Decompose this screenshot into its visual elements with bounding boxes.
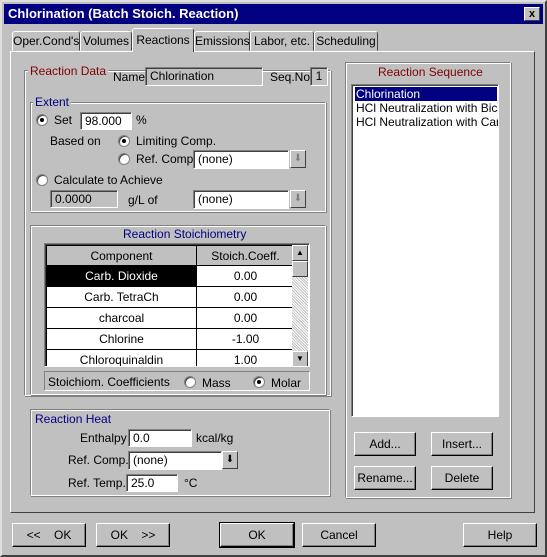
- set-label: Set: [54, 113, 73, 127]
- ref-temp-label: Ref. Temp.: [68, 476, 126, 490]
- enthalpy-unit: kcal/kg: [196, 431, 234, 445]
- calc-radio[interactable]: [36, 174, 48, 186]
- ref-comp-label: Ref. Comp.: [136, 152, 197, 166]
- list-item[interactable]: Chlorination: [355, 87, 497, 101]
- cancel-button[interactable]: Cancel: [302, 523, 376, 547]
- coeff-cell[interactable]: 1.00: [196, 349, 295, 366]
- mass-label: Mass: [202, 376, 231, 390]
- scroll-thumb[interactable]: [292, 261, 308, 277]
- title-bar: Chlorination (Batch Stoich. Reaction) x: [4, 4, 543, 24]
- percent-unit: %: [136, 113, 147, 127]
- tab-volumes[interactable]: Volumes: [80, 31, 132, 51]
- ref-comp-dropdown-arrow-icon[interactable]: ⬇: [290, 150, 306, 168]
- tab-emissions[interactable]: Emissions: [194, 31, 250, 51]
- seqno-field: 1: [310, 67, 328, 86]
- component-cell[interactable]: Carb. Dioxide: [46, 265, 197, 287]
- gl-of-label: g/L of: [128, 193, 158, 207]
- component-cell[interactable]: Chloroquinaldin: [46, 349, 197, 366]
- name-label: Name: [113, 70, 146, 84]
- stoich-grid: Component Stoich.Coeff. Carb. Dioxide 0.…: [44, 243, 310, 367]
- table-row[interactable]: Carb. Dioxide 0.00: [46, 265, 295, 287]
- heat-ref-comp-dropdown-arrow-icon[interactable]: ⬇: [222, 451, 238, 469]
- table-row[interactable]: Chloroquinaldin 1.00: [46, 349, 295, 366]
- component-cell[interactable]: Chlorine: [46, 328, 197, 350]
- enthalpy-label: Enthalpy: [80, 431, 127, 445]
- coeff-mode-label: Stoichiom. Coefficients: [48, 375, 170, 389]
- component-cell[interactable]: charcoal: [46, 307, 197, 329]
- sequence-listbox[interactable]: Chlorination HCl Neutralization with Bic…: [351, 84, 499, 417]
- table-row[interactable]: Carb. TetraCh 0.00: [46, 286, 295, 308]
- ref-comp-select[interactable]: (none): [193, 150, 289, 169]
- enthalpy-field[interactable]: 0.0: [128, 429, 192, 447]
- set-radio[interactable]: [36, 114, 48, 126]
- molar-label: Molar: [271, 376, 302, 390]
- table-row[interactable]: charcoal 0.00: [46, 307, 295, 329]
- stoich-scrollbar[interactable]: ▲ ▼: [292, 245, 308, 366]
- molar-radio[interactable]: [253, 376, 265, 388]
- scroll-up-icon[interactable]: ▲: [292, 245, 308, 261]
- next-ok-button[interactable]: OK >>: [96, 523, 170, 547]
- seqno-label: Seq.No: [270, 70, 311, 84]
- mass-radio[interactable]: [184, 376, 196, 388]
- calc-label: Calculate to Achieve: [54, 173, 163, 187]
- gl-comp-select[interactable]: (none): [193, 190, 289, 209]
- component-cell[interactable]: Carb. TetraCh: [46, 286, 197, 308]
- set-value-field[interactable]: 98.000: [80, 112, 132, 130]
- ok-button[interactable]: OK: [219, 522, 295, 548]
- extent-title: Extent: [33, 95, 72, 109]
- add-button[interactable]: Add...: [354, 432, 416, 456]
- sequence-title: Reaction Sequence: [378, 65, 483, 79]
- gl-comp-dropdown-arrow-icon[interactable]: ⬇: [290, 190, 306, 208]
- list-item[interactable]: HCl Neutralization with Carbon: [355, 115, 498, 129]
- component-column-header[interactable]: Component: [46, 245, 197, 266]
- insert-button[interactable]: Insert...: [431, 432, 493, 456]
- coeff-cell[interactable]: -1.00: [196, 328, 295, 350]
- ref-temp-unit: °C: [184, 476, 198, 490]
- ref-comp-radio[interactable]: [118, 153, 130, 165]
- coeff-cell[interactable]: 0.00: [196, 286, 295, 308]
- coeff-column-header[interactable]: Stoich.Coeff.: [196, 245, 295, 266]
- heat-ref-comp-label: Ref. Comp.: [68, 453, 129, 467]
- delete-button[interactable]: Delete: [431, 466, 493, 490]
- window-title: Chlorination (Batch Stoich. Reaction): [8, 6, 239, 21]
- coeff-cell[interactable]: 0.00: [196, 307, 295, 329]
- tab-scheduling[interactable]: Scheduling: [314, 31, 378, 51]
- ref-temp-field[interactable]: 25.0: [126, 474, 178, 492]
- calc-value-field[interactable]: 0.0000: [50, 190, 118, 208]
- reaction-data-title: Reaction Data: [28, 64, 109, 78]
- close-button[interactable]: x: [524, 7, 540, 21]
- limiting-comp-label: Limiting Comp.: [136, 134, 217, 148]
- coeff-cell[interactable]: 0.00: [196, 265, 295, 287]
- rename-button[interactable]: Rename...: [354, 466, 416, 490]
- prev-ok-button[interactable]: << OK: [12, 523, 86, 547]
- help-button[interactable]: Help: [463, 523, 537, 547]
- heat-title: Reaction Heat: [33, 412, 114, 426]
- list-item[interactable]: HCl Neutralization with Bicarb: [355, 101, 498, 115]
- reaction-name-field[interactable]: Chlorination: [145, 67, 263, 86]
- table-row[interactable]: Chlorine -1.00: [46, 328, 295, 350]
- stoich-title: Reaction Stoichiometry: [123, 227, 247, 241]
- tab-oper-conds[interactable]: Oper.Cond's: [12, 31, 80, 51]
- tab-reactions[interactable]: Reactions: [132, 28, 194, 52]
- heat-ref-comp-select[interactable]: (none): [128, 451, 222, 470]
- scroll-down-icon[interactable]: ▼: [292, 351, 308, 366]
- based-on-label: Based on: [50, 134, 101, 148]
- limiting-comp-radio[interactable]: [118, 135, 130, 147]
- tab-labor[interactable]: Labor, etc.: [250, 31, 314, 51]
